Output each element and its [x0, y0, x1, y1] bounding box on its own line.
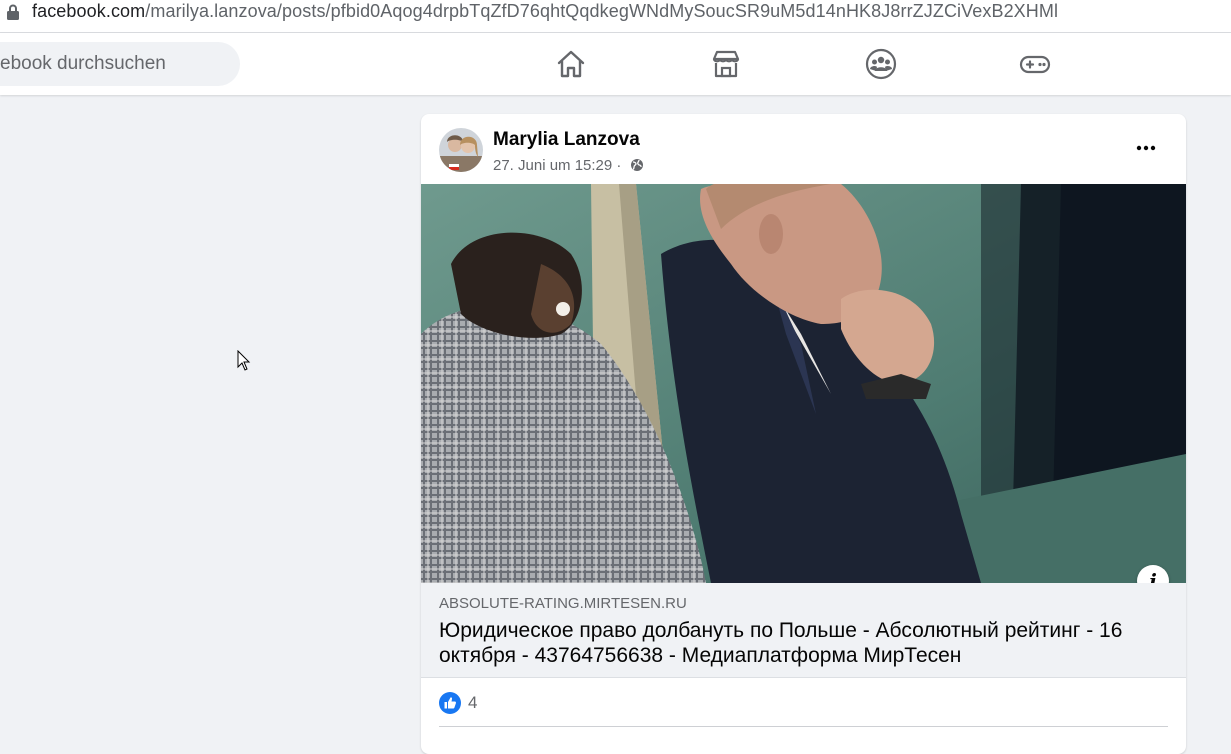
post-timestamp[interactable]: 27. Juni um 15:29 ·	[493, 157, 621, 174]
search-input[interactable]: ebook durchsuchen	[0, 53, 166, 75]
link-preview-box[interactable]: ABSOLUTE-RATING.MIRTESEN.RU Юридическое …	[421, 583, 1186, 678]
home-icon[interactable]	[555, 48, 587, 80]
browser-address-bar[interactable]: facebook.com/marilya.lanzova/posts/pfbid…	[0, 0, 1231, 33]
gaming-icon[interactable]	[1019, 48, 1051, 80]
mouse-cursor-icon	[237, 350, 251, 371]
avatar-image	[439, 128, 483, 172]
search-box[interactable]: ebook durchsuchen	[0, 42, 240, 86]
globe-icon	[630, 159, 643, 171]
url-text[interactable]: facebook.com/marilya.lanzova/posts/pfbid…	[32, 1, 1058, 21]
like-reaction-icon	[439, 692, 461, 714]
post-meta: 27. Juni um 15:29 ·	[493, 157, 644, 174]
divider	[439, 726, 1168, 727]
link-domain: ABSOLUTE-RATING.MIRTESEN.RU	[439, 595, 687, 612]
post-author-name[interactable]: Marylia Lanzova	[493, 129, 640, 151]
url-path: /marilya.lanzova/posts/pfbid0Aqog4drpbTq…	[145, 1, 1059, 21]
groups-icon[interactable]	[865, 48, 897, 80]
post-card: Marylia Lanzova 27. Juni um 15:29 · i AB…	[421, 114, 1186, 754]
link-title[interactable]: Юридическое право долбануть по Польше - …	[439, 618, 1159, 668]
more-options-icon[interactable]	[1128, 136, 1164, 160]
lock-icon	[7, 4, 19, 20]
photo-illustration	[421, 184, 1186, 583]
url-domain: facebook.com	[32, 1, 146, 21]
facebook-header: ebook durchsuchen	[0, 33, 1231, 95]
link-preview-image[interactable]	[421, 184, 1186, 583]
avatar[interactable]	[439, 128, 483, 172]
reaction-count: 4	[468, 693, 478, 712]
marketplace-icon[interactable]	[710, 48, 742, 80]
